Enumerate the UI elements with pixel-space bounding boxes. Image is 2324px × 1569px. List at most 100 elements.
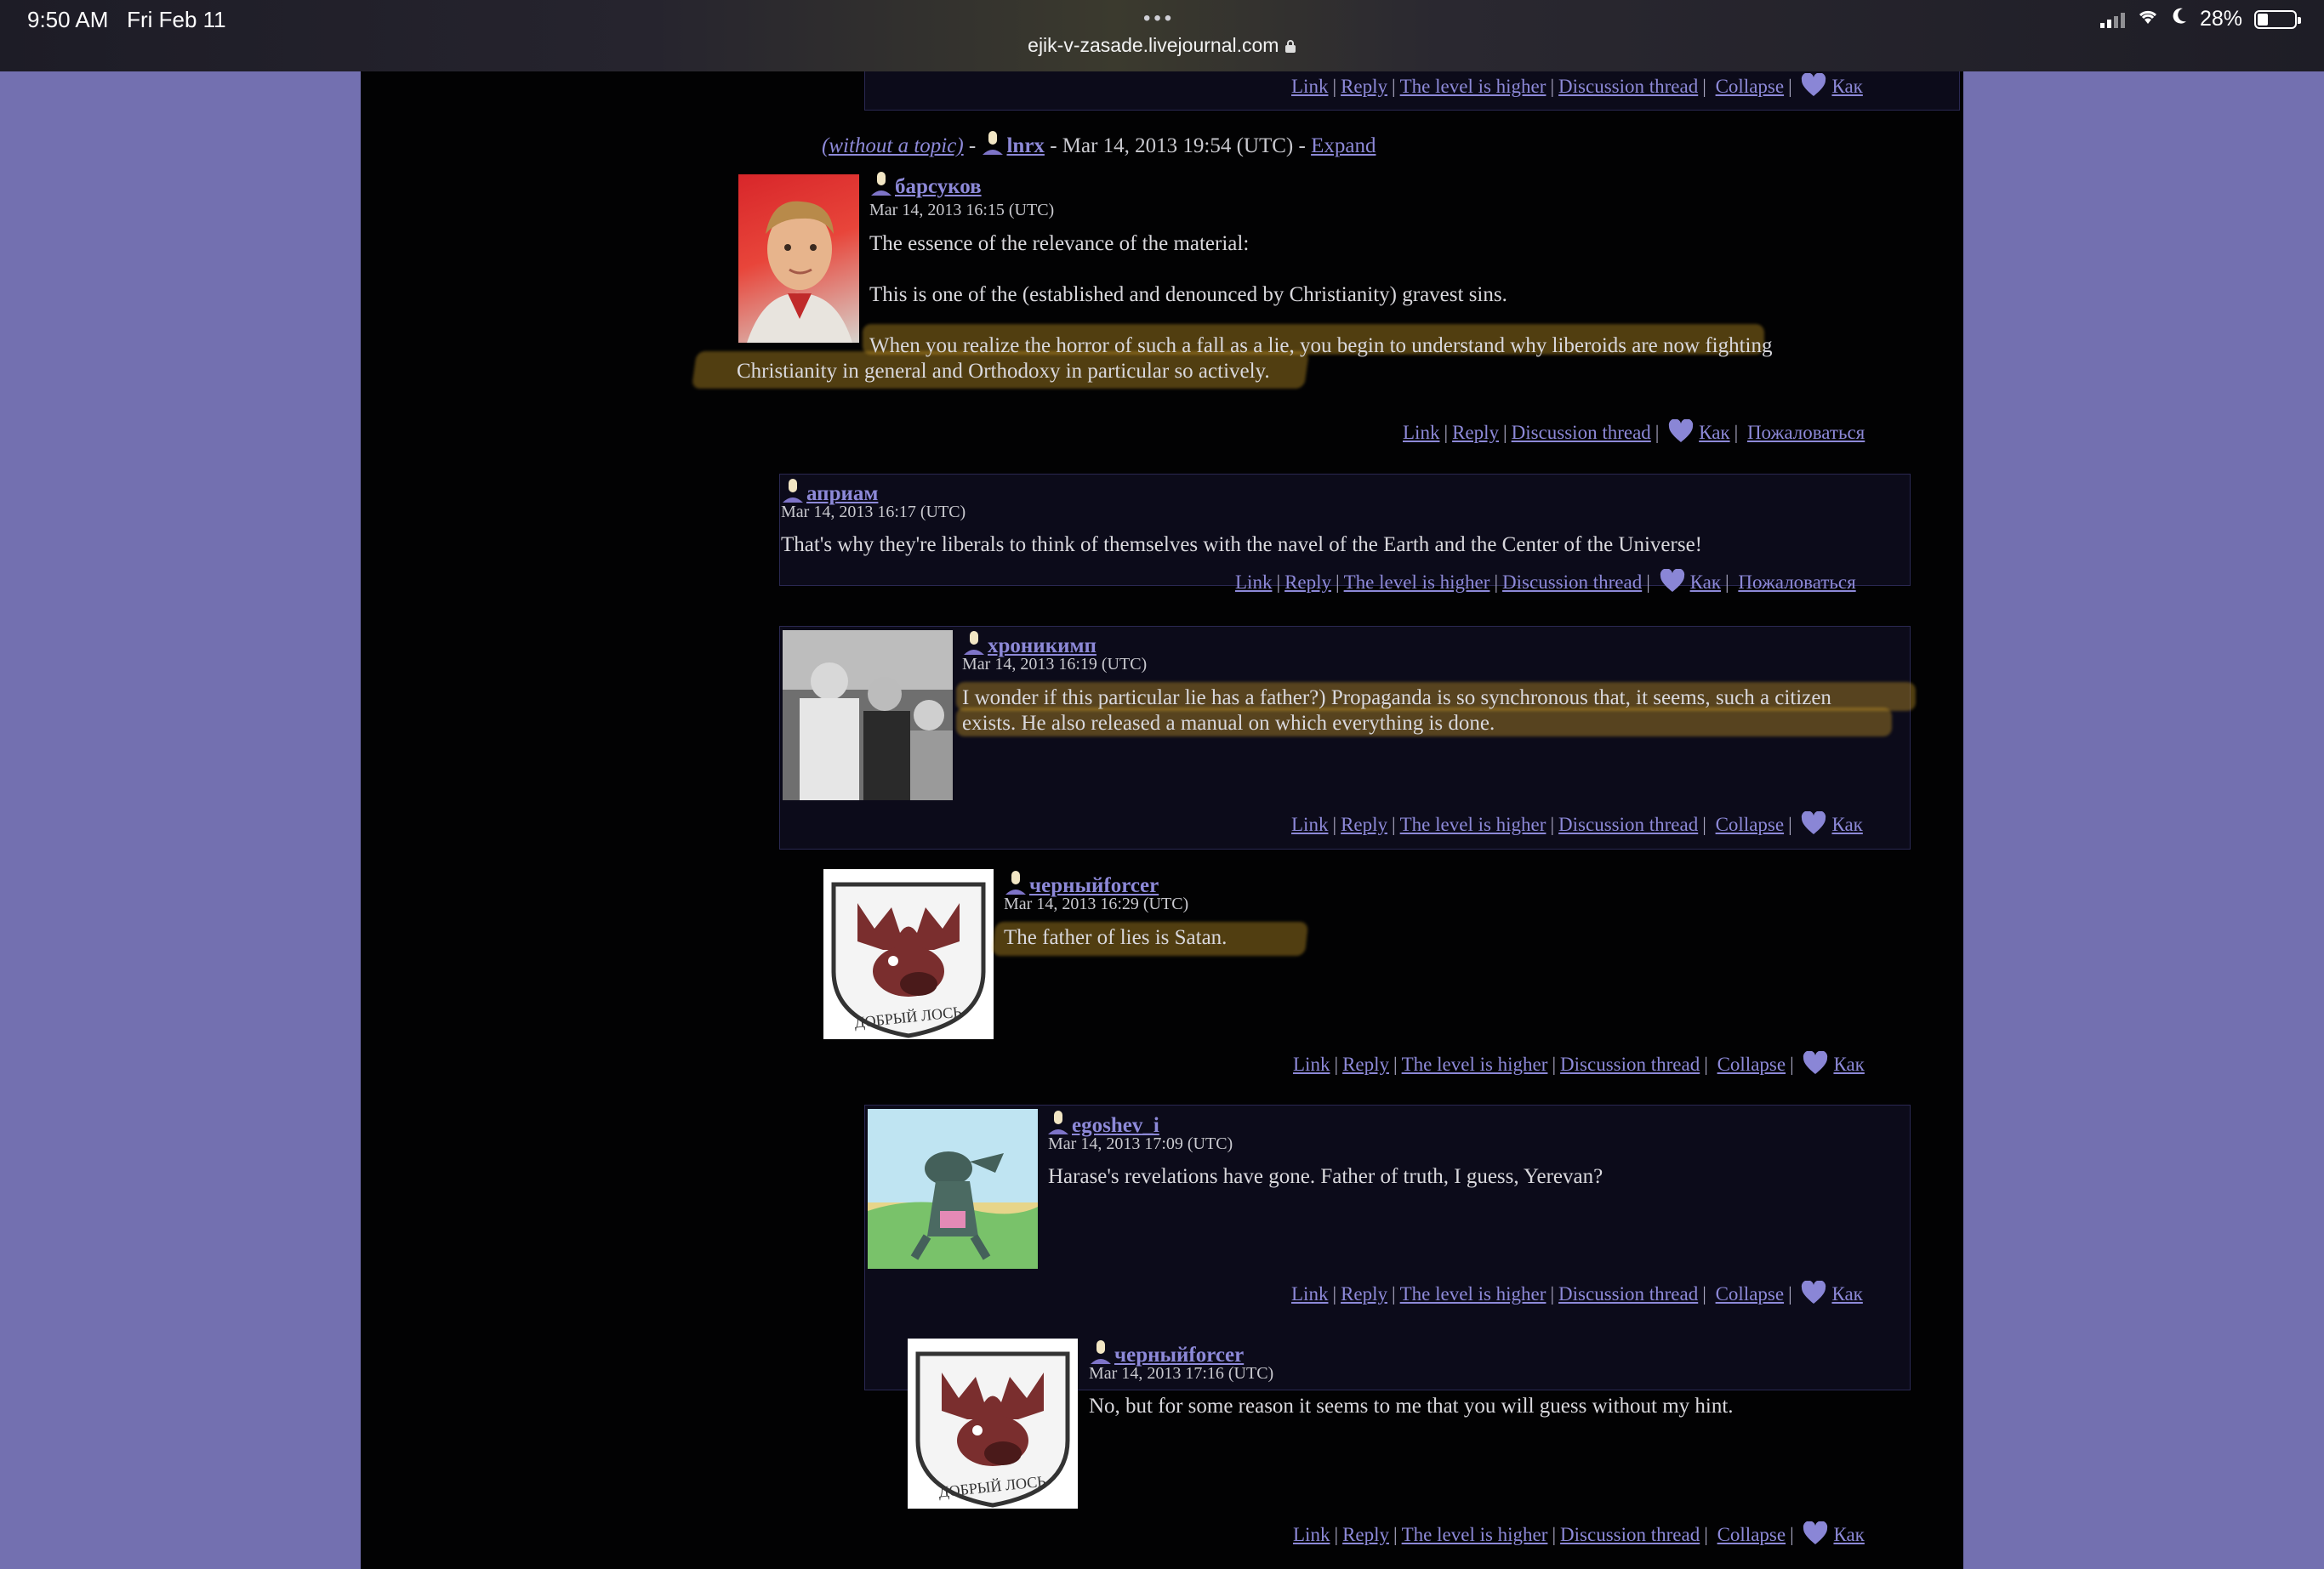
user-icon [869,171,893,196]
reply-link[interactable]: Reply [1341,1283,1387,1305]
reply-link[interactable]: Reply [1452,422,1499,443]
comment-text: This is one of the (established and deno… [869,283,1507,306]
discussion-thread-link[interactable]: Discussion thread [1560,1054,1700,1075]
complain-link[interactable]: Пожаловаться [1747,422,1865,443]
like-link[interactable]: Как [1833,1054,1864,1075]
battery-percent: 28% [2199,7,2242,31]
avatar[interactable] [783,630,953,800]
avatar[interactable] [868,1109,1038,1269]
collapsed-topic[interactable]: (without a topic) [822,134,964,157]
link-link[interactable]: Link [1403,422,1439,443]
heart-icon[interactable] [1803,1050,1828,1080]
wifi-icon [2137,7,2159,31]
like-link[interactable]: Как [1690,571,1721,593]
collapse-link[interactable]: Collapse [1716,1283,1785,1305]
level-higher-link[interactable]: The level is higher [1400,814,1546,835]
discussion-thread-link[interactable]: Discussion thread [1558,814,1698,835]
username-link[interactable]: барсуков [895,175,982,198]
level-higher-link[interactable]: The level is higher [1402,1524,1548,1545]
action-bar: Link | Reply | The level is higher | Discussio… [1235,568,1856,598]
like-link[interactable]: Как [1833,1524,1864,1545]
user-icon [1089,1339,1113,1365]
collapse-link[interactable]: Collapse [1716,76,1785,97]
username-link[interactable]: хроникимп [988,634,1096,657]
link-link[interactable]: Link [1235,571,1272,593]
user-icon [981,130,1005,156]
action-bar: Link | Reply | The level is higher | Discussio… [1293,1050,1865,1080]
collapsed-separator: - [968,134,977,157]
username-link[interactable]: априам [806,482,878,505]
comment-date: Mar 14, 2013 17:09 (UTC) [1048,1134,1233,1153]
cellular-signal-icon [2099,11,2125,28]
avatar[interactable]: ДОБРЫЙ ЛОСЬ [908,1339,1078,1509]
like-link[interactable]: Как [1699,422,1729,443]
comment-author: барсуков [869,171,982,199]
comment-date: Mar 14, 2013 16:17 (UTC) [781,503,966,521]
avatar[interactable] [738,174,859,343]
tab-menu-dots[interactable]: ••• [1143,7,1175,31]
expand-link[interactable]: Expand [1311,134,1376,157]
discussion-thread-link[interactable]: Discussion thread [1502,571,1642,593]
comment-text: exists. He also released a manual on whi… [962,712,1495,735]
discussion-thread-link[interactable]: Discussion thread [1560,1524,1700,1545]
level-higher-link[interactable]: The level is higher [1344,571,1490,593]
username-link[interactable]: egoshev_i [1072,1114,1159,1137]
discussion-thread-link[interactable]: Discussion thread [1558,76,1698,97]
collapse-link[interactable]: Collapse [1717,1524,1786,1545]
reply-link[interactable]: Reply [1342,1054,1389,1075]
collapsed-separator: - [1298,134,1306,157]
collapsed-date: Mar 14, 2013 19:54 (UTC) [1062,134,1294,157]
collapse-link[interactable]: Collapse [1717,1054,1786,1075]
discussion-thread-link[interactable]: Discussion thread [1558,1283,1698,1305]
heart-icon[interactable] [1801,810,1826,840]
heart-icon[interactable] [1801,1280,1826,1310]
avatar[interactable]: ДОБРЫЙ ЛОСЬ [823,869,994,1039]
battery-icon [2254,9,2301,29]
moon-icon [2171,7,2188,31]
complain-link[interactable]: Пожаловаться [1738,571,1855,593]
link-link[interactable]: Link [1291,814,1328,835]
reply-link[interactable]: Reply [1342,1524,1389,1545]
reply-link[interactable]: Reply [1341,76,1387,97]
reply-link[interactable]: Reply [1341,814,1387,835]
link-link[interactable]: Link [1293,1524,1330,1545]
like-link[interactable]: Как [1831,1283,1862,1305]
status-time: 9:50 AM Fri Feb 11 [27,7,226,32]
lock-icon [1284,34,1296,56]
address-bar[interactable]: ejik-v-zasade.livejournal.com [851,34,1473,57]
link-link[interactable]: Link [1291,76,1328,97]
comment-date: Mar 14, 2013 16:29 (UTC) [1004,895,1189,913]
reply-link[interactable]: Reply [1284,571,1331,593]
like-link[interactable]: Как [1831,814,1862,835]
username-link[interactable]: черныйforcer [1114,1344,1244,1367]
username-link[interactable]: черныйforcer [1029,874,1159,897]
user-icon [1046,1110,1070,1135]
action-bar-top: Link | Reply | The level is higher | Discussio… [1291,72,1863,102]
collapse-link[interactable]: Collapse [1716,814,1785,835]
status-indicators: 28% [2099,7,2301,31]
user-icon [781,478,805,503]
link-link[interactable]: Link [1293,1054,1330,1075]
comment-date: Mar 14, 2013 16:19 (UTC) [962,655,1148,674]
collapsed-separator: - [1050,134,1057,157]
action-bar: Link | Reply | The level is higher | Discussio… [1291,810,1863,840]
level-higher-link[interactable]: The level is higher [1400,76,1546,97]
comment-text: I wonder if this particular lie has a fa… [962,686,1831,709]
battery-fill [2258,13,2268,26]
heart-icon[interactable] [1668,418,1694,448]
action-bar: Link | Reply | Discussion thread | Как | Пожал… [1403,418,1865,448]
heart-icon[interactable] [1803,1521,1828,1550]
like-link[interactable]: Как [1831,76,1862,97]
link-link[interactable]: Link [1291,1283,1328,1305]
heart-icon[interactable] [1660,568,1685,598]
url-text: ejik-v-zasade.livejournal.com [1028,34,1279,56]
action-bar: Link | Reply | The level is higher | Discussio… [1291,1280,1863,1310]
discussion-thread-link[interactable]: Discussion thread [1512,422,1651,443]
collapsed-username[interactable]: lnrx [1006,134,1044,157]
comment-text: The essence of the relevance of the mate… [869,232,1250,255]
level-higher-link[interactable]: The level is higher [1402,1054,1548,1075]
comment-text: Christianity in general and Orthodoxy in… [737,360,1270,383]
heart-icon[interactable] [1801,72,1826,102]
comment-text: No, but for some reason it seems to me t… [1089,1395,1734,1418]
level-higher-link[interactable]: The level is higher [1400,1283,1546,1305]
